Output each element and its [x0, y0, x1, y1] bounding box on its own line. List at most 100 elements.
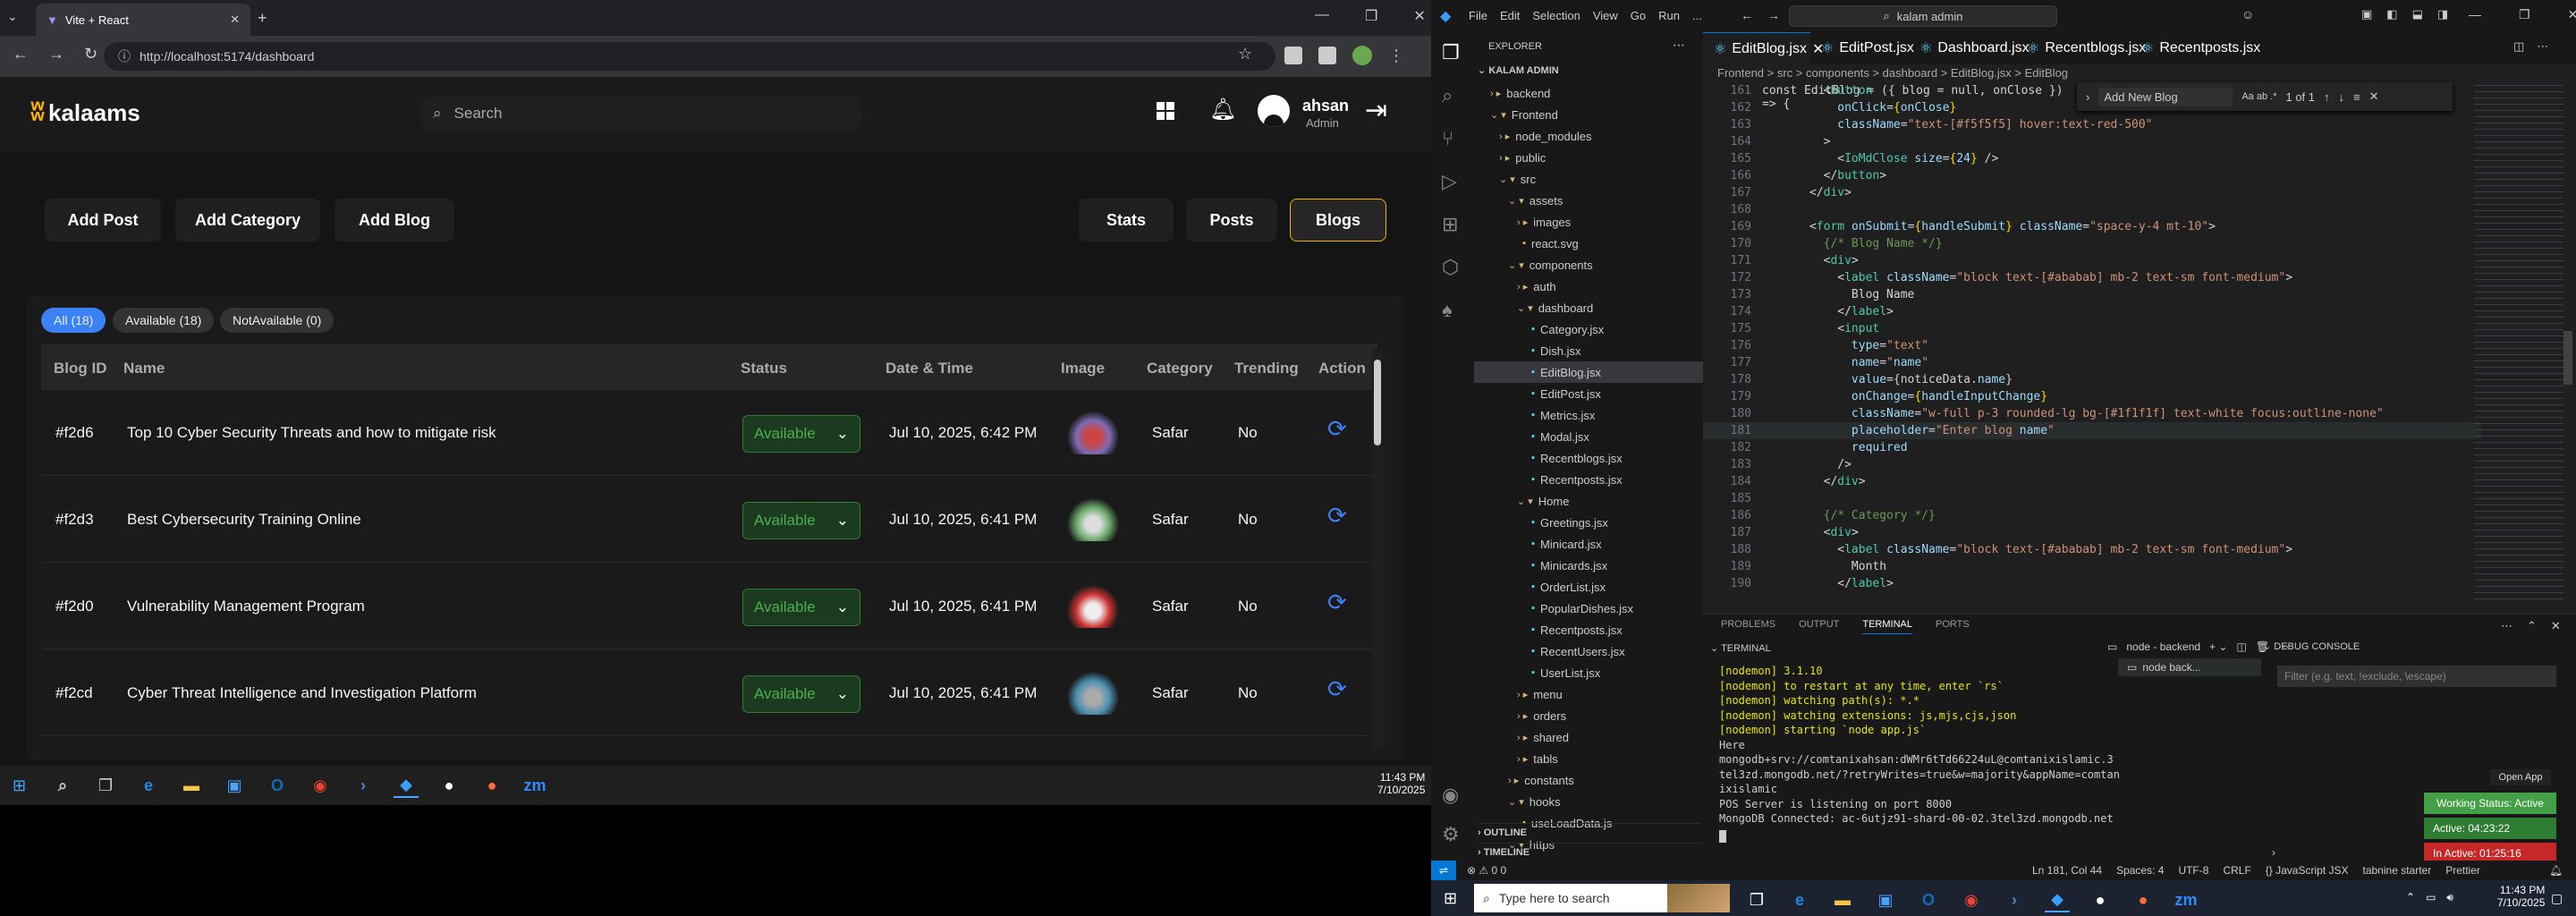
chrome-icon[interactable]: ◉ — [1959, 887, 1984, 912]
forward-icon[interactable]: → — [48, 45, 64, 64]
new-terminal-icon[interactable]: + ⌄ — [2209, 640, 2227, 653]
tree-folder[interactable]: ⌄ ▾ Frontend — [1474, 104, 1703, 125]
tree-folder[interactable]: › ▸ menu — [1474, 683, 1703, 705]
status-select[interactable]: Available ⌄ — [742, 675, 860, 713]
tree-folder[interactable]: › ▸ constants — [1474, 769, 1703, 791]
windows-start-icon[interactable]: ⊞ — [13, 776, 26, 795]
zoom-icon[interactable]: zm — [522, 773, 547, 798]
tree-file[interactable]: ▪ PopularDishes.jsx — [1474, 598, 1703, 619]
tree-folder[interactable]: › ▸ shared — [1474, 726, 1703, 748]
problems-status[interactable]: ⊗ ⚠ 0 0 — [1467, 864, 1506, 877]
panel-toggle-icon[interactable]: ⬓ — [2412, 7, 2423, 21]
github-desktop-icon[interactable]: ● — [436, 773, 462, 798]
tree-folder[interactable]: › ▸ orders — [1474, 705, 1703, 726]
remote-status-icon[interactable]: ⇌ — [1431, 861, 1456, 880]
scrollbar-thumb[interactable] — [1374, 360, 1381, 445]
debug-prompt-icon[interactable]: › — [2272, 846, 2275, 859]
tree-folder[interactable]: › ▸ auth — [1474, 276, 1703, 297]
status-item[interactable]: Prettier — [2445, 864, 2480, 877]
bell-icon[interactable]: 🔔︎ — [1209, 97, 1236, 123]
explorer-icon[interactable]: ❐ — [1442, 41, 1460, 64]
powershell-icon[interactable]: › — [2002, 887, 2027, 912]
status-item[interactable]: CRLF — [2223, 864, 2250, 877]
logout-icon[interactable]: ⇥ — [1365, 95, 1387, 126]
postman-icon[interactable]: ● — [2131, 887, 2156, 912]
search-input[interactable]: Search — [454, 105, 503, 123]
secondary-sidebar-icon[interactable]: ◨ — [2437, 7, 2448, 21]
menu-item[interactable]: Selection — [1532, 9, 1580, 22]
terminal-section[interactable]: ⌄ TERMINAL — [1710, 642, 1771, 654]
edit-refresh-icon[interactable]: ⟳ — [1327, 675, 1347, 703]
status-item[interactable]: Ln 181, Col 44 — [2032, 864, 2102, 877]
timeline-section[interactable]: › TIMELINE — [1478, 843, 1701, 858]
powershell-icon[interactable]: › — [351, 773, 376, 798]
profile-avatar-icon[interactable] — [1352, 46, 1372, 65]
status-select[interactable]: Available ⌄ — [742, 589, 860, 626]
close-tab-icon[interactable]: ✕ — [230, 13, 240, 27]
task-view-icon[interactable]: ❐ — [1744, 887, 1769, 912]
notification-center-icon[interactable]: ▢ — [2551, 891, 2563, 906]
back-icon[interactable]: ← — [13, 45, 29, 64]
browser-tab[interactable]: ▼ Vite + React ✕ — [36, 4, 250, 36]
terminal-list-item[interactable]: ▭ node back... — [2118, 658, 2261, 676]
editor-tab[interactable]: ⚛ EditBlog.jsx ✕ — [1703, 32, 1824, 64]
status-select[interactable]: Available ⌄ — [742, 415, 860, 453]
copilot-icon[interactable]: ☺ — [2241, 7, 2254, 21]
chrome-icon[interactable]: ◉ — [308, 773, 333, 798]
tree-folder[interactable]: › ▸ images — [1474, 211, 1703, 233]
search-icon[interactable]: ⌕ — [50, 773, 75, 798]
editor-scrollbar-thumb[interactable] — [2563, 331, 2572, 385]
explorer-more-icon[interactable]: ⋯ — [1673, 38, 1685, 53]
editor-tab[interactable]: ⚛ Recentblogs.jsx — [2016, 32, 2146, 64]
run-debug-icon[interactable]: ▷ — [1442, 170, 1460, 193]
editor-tab[interactable]: ⚛ Recentposts.jsx — [2131, 32, 2260, 64]
filter-not-available[interactable]: NotAvailable (0) — [220, 308, 335, 333]
editor-tab[interactable]: ⚛ EditPost.jsx — [1810, 32, 1914, 64]
user-avatar-icon[interactable] — [1258, 95, 1290, 127]
menu-item[interactable]: Run — [1658, 9, 1680, 22]
tree-folder[interactable]: › ▸ node_modules — [1474, 125, 1703, 147]
blogs-button[interactable]: Blogs — [1290, 199, 1386, 242]
reload-icon[interactable]: ↻ — [84, 45, 97, 64]
postman-icon[interactable]: ● — [479, 773, 504, 798]
tree-folder[interactable]: › ▸ tabls — [1474, 748, 1703, 769]
tree-folder[interactable]: ⌄ ▾ assets — [1474, 190, 1703, 211]
tree-file[interactable]: ▪ Greetings.jsx — [1474, 512, 1703, 533]
workspace-root[interactable]: ⌄ KALAM ADMIN — [1478, 64, 1559, 76]
debug-console-section[interactable]: ⌄ DEBUG CONSOLE — [2263, 640, 2360, 652]
remote-icon[interactable]: ⬡ — [1442, 256, 1460, 279]
command-center[interactable]: ⌕ kalam admin — [1789, 5, 2057, 27]
account-icon[interactable]: ◉ — [1442, 784, 1460, 807]
tree-folder[interactable]: ⌄ ▾ components — [1474, 254, 1703, 276]
stats-button[interactable]: Stats — [1079, 199, 1174, 242]
manage-gear-icon[interactable]: ⚙ — [1442, 823, 1460, 846]
logo[interactable]: ʬ kalaams — [30, 98, 140, 128]
tree-file[interactable]: ▪ Minicard.jsx — [1474, 533, 1703, 555]
vscode-maximize-icon[interactable]: ❐ — [2519, 7, 2530, 22]
tree-file[interactable]: ▪ Recentposts.jsx — [1474, 619, 1703, 640]
menu-item[interactable]: ... — [1692, 9, 1702, 22]
nav-forward-icon[interactable]: → — [1767, 8, 1780, 22]
panel-more-icon[interactable]: ⋯ — [2501, 619, 2512, 633]
posts-button[interactable]: Posts — [1186, 199, 1277, 242]
network-icon[interactable]: ▭ — [2426, 891, 2436, 904]
maximize-icon[interactable]: ❐ — [1365, 7, 1377, 25]
code-editor[interactable]: 161 <button 162 onClick={onClose} 163 clas… — [1703, 82, 2481, 610]
tree-file[interactable]: ▪ Recentblogs.jsx — [1474, 447, 1703, 469]
tree-file[interactable]: ▪ react.svg — [1474, 233, 1703, 254]
panel-tab[interactable]: OUTPUT — [1799, 619, 1839, 634]
split-terminal-icon[interactable]: ◫ — [2236, 640, 2246, 653]
close-window-icon[interactable]: ✕ — [1413, 7, 1425, 25]
status-item[interactable]: UTF-8 — [2178, 864, 2208, 877]
menu-item[interactable]: Go — [1631, 9, 1646, 22]
vscode-icon[interactable]: ◆ — [394, 773, 419, 798]
add-blog-button[interactable]: Add Blog — [335, 199, 454, 242]
tree-file[interactable]: ▪ Recentposts.jsx — [1474, 469, 1703, 490]
tree-folder[interactable]: ⌄ ▾ dashboard — [1474, 297, 1703, 318]
panel-tab[interactable]: PORTS — [1936, 619, 1970, 634]
outline-section[interactable]: › OUTLINE — [1478, 823, 1701, 838]
edge-icon[interactable]: e — [136, 773, 161, 798]
dashboard-grid-icon[interactable] — [1157, 102, 1174, 120]
debug-filter-input[interactable]: Filter (e.g. text, !exclude, \escape) — [2277, 666, 2556, 687]
url-bar[interactable]: ⓘ http://localhost:5174/dashboard — [104, 42, 1275, 71]
